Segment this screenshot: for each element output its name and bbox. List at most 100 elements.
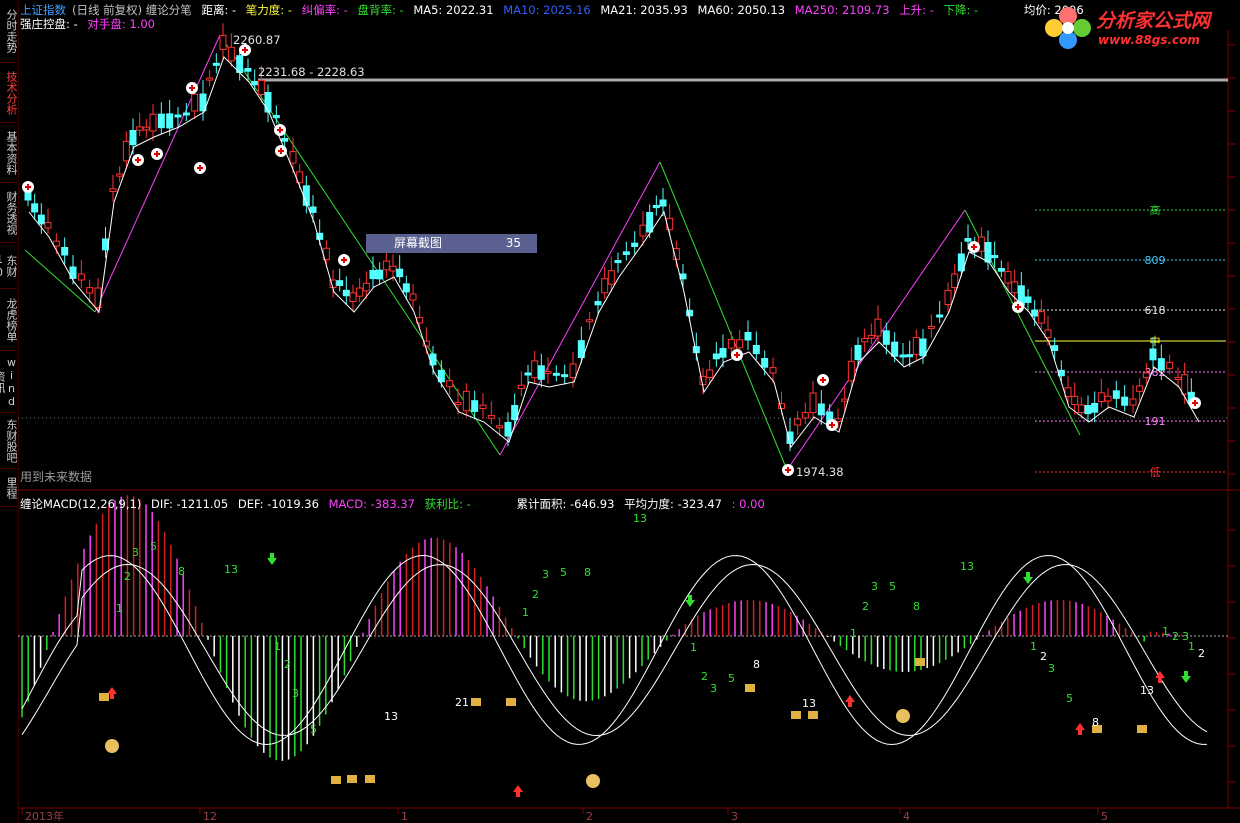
wave-count-label: 8 (913, 600, 920, 613)
price-label-range: 2231.68 - 2228.63 (258, 65, 365, 79)
box-marker-icon (99, 693, 109, 701)
candle-body (847, 360, 855, 382)
candle-body (244, 68, 252, 72)
candle-body (801, 412, 809, 419)
candle-body (517, 384, 525, 390)
money-bag-icon (105, 739, 119, 753)
candle-body (927, 325, 935, 329)
candle-body (891, 341, 899, 357)
wave-count-label: 8 (584, 566, 591, 579)
candle-body (86, 287, 94, 294)
future-data-note: 用到未来数据 (20, 470, 93, 484)
candle-body (1104, 395, 1112, 402)
screenshot-tag-value: 35 (505, 236, 521, 250)
candle-body (462, 390, 470, 412)
candle-body (867, 334, 875, 339)
wave-count-label: 2 (284, 658, 291, 671)
screenshot-tag[interactable]: 屏幕截图 35 (366, 234, 537, 253)
wave-count-label: 8 (753, 658, 760, 671)
candle-body (1181, 374, 1189, 395)
candle-body (396, 268, 404, 278)
candle-body (1051, 345, 1059, 351)
candle-body (991, 255, 999, 259)
candle-body (736, 339, 744, 349)
candle-body (1129, 398, 1137, 406)
candle-body (496, 425, 504, 429)
candle-body (706, 369, 714, 378)
candle-body (537, 365, 545, 380)
date-label-6: 5 (1101, 810, 1108, 823)
fib-label-5: 191 (1145, 415, 1166, 428)
candle-body (1071, 395, 1079, 405)
macd-legend: 缠论MACD(12,26,9,1) DIF: -1211.05 DEF: -10… (20, 496, 1020, 512)
fib-label-1: 809 (1145, 254, 1166, 267)
date-label-3: 2 (586, 810, 593, 823)
candle-body (1157, 358, 1165, 371)
candle-body (342, 289, 350, 297)
candle-body (622, 251, 630, 256)
candle-body (77, 273, 85, 281)
candle-body (1136, 385, 1144, 392)
ma-line (28, 56, 1200, 449)
box-marker-icon (506, 698, 516, 706)
candle-body (402, 283, 410, 293)
candle-body (356, 287, 364, 297)
candle-body (376, 269, 384, 280)
box-marker-icon (331, 776, 341, 784)
wave-count-label: 1 (1188, 640, 1195, 653)
candle-body (524, 372, 532, 376)
candle-body (37, 214, 45, 225)
candle-body (257, 79, 265, 96)
candle-body (362, 282, 370, 292)
candle-body (136, 126, 144, 131)
candle-body (61, 247, 69, 256)
box-marker-icon (365, 775, 375, 783)
wave-count-label: 1 (116, 602, 123, 615)
wave-count-label: 1 (274, 640, 281, 653)
candle-body (129, 130, 137, 146)
candle-body (487, 414, 495, 419)
candle-body (712, 353, 720, 360)
candle-body (586, 319, 594, 323)
candle-body (841, 398, 849, 402)
def-label: DEF: -1019.36 (237, 497, 319, 511)
candle-body (281, 138, 289, 142)
candle-body (614, 260, 622, 264)
candle-body (44, 222, 52, 229)
candle-body (919, 338, 927, 357)
candle-body (944, 289, 952, 305)
fib-label-6: 低 (1150, 466, 1161, 479)
candle-body (182, 112, 190, 116)
charts-canvas[interactable]: 高 809 618 中 3 8 2 191 低 2260.87 2231.68 - 2228.63 1… (0, 0, 1240, 823)
wave-count-label: 3 (292, 687, 299, 700)
candle-body (1097, 392, 1105, 402)
candle-body (561, 374, 569, 378)
wave-count-label: 13 (633, 512, 647, 525)
candle-body (531, 360, 539, 379)
date-label-4: 3 (731, 810, 738, 823)
box-marker-icon (347, 775, 357, 783)
wave-count-label: 8 (178, 565, 185, 578)
fib-label-2: 618 (1145, 304, 1166, 317)
candle-body (1064, 387, 1072, 397)
bi-segment (786, 209, 966, 471)
wave-count-label: 3 (542, 568, 549, 581)
wave-count-label: 5 (560, 566, 567, 579)
bi-segment (499, 161, 661, 456)
wave-count-label: 2 (701, 670, 708, 683)
candle-body (769, 367, 777, 374)
candle-body (1031, 309, 1039, 317)
extra-label: : 0.00 (731, 497, 765, 511)
candle-body (1024, 296, 1032, 303)
candle-body (794, 418, 802, 426)
signal-arrow-icon (513, 785, 523, 797)
candle-body (997, 268, 1005, 272)
candle-body (227, 46, 235, 62)
candle-body (272, 115, 280, 119)
candle-body (964, 238, 972, 242)
candle-body (116, 173, 124, 177)
candle-body (544, 370, 552, 374)
candle-body (382, 260, 390, 271)
candle-body (1084, 405, 1092, 415)
wave-count-label: 3 (1048, 662, 1055, 675)
